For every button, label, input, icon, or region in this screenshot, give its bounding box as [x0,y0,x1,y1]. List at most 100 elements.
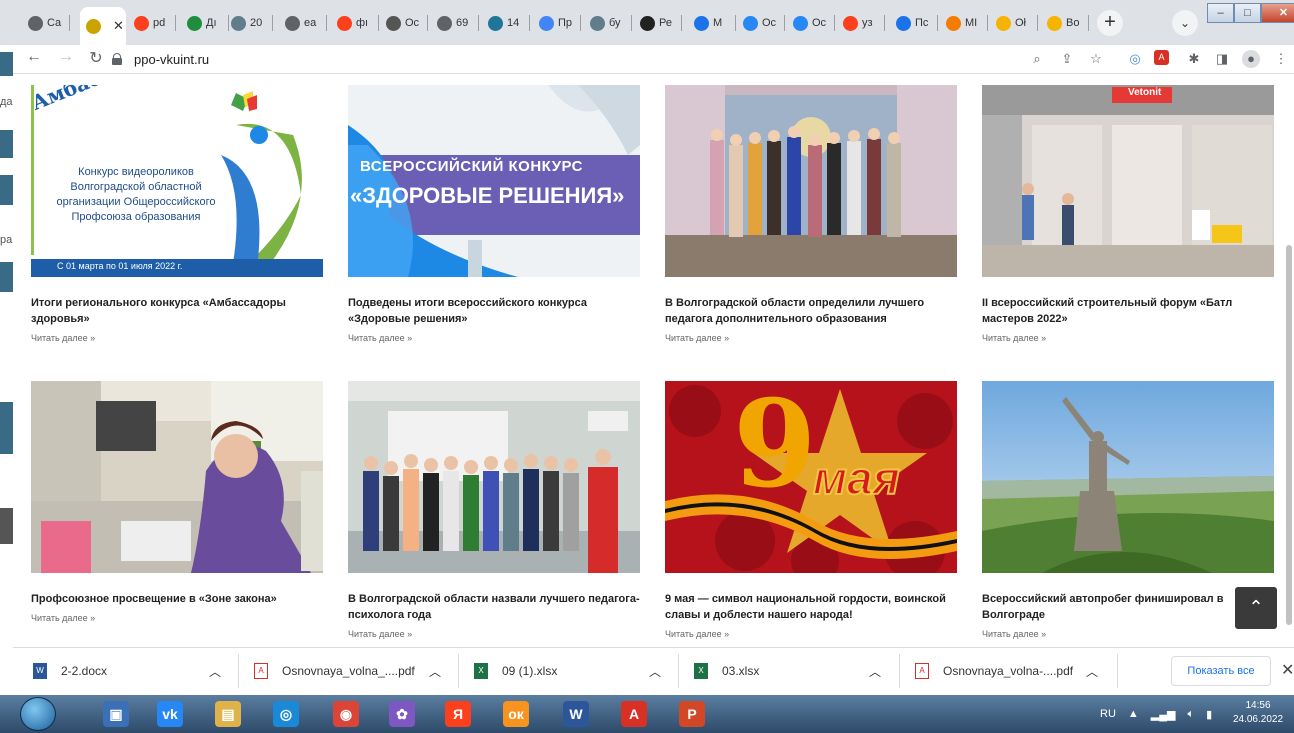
news-card[interactable]: Vetonit II всероссийский строительный фо… [982,85,1274,343]
browser-tab[interactable]: Oł [990,9,1038,37]
news-image-victory-day[interactable]: 9 мая [665,381,957,573]
browser-tab[interactable]: бу [584,9,632,37]
news-card[interactable]: 9 мая 9 мая — символ национальной гордос… [665,381,957,639]
yandex-app[interactable]: Я [438,697,478,731]
news-title[interactable]: Подведены итоги всероссийского конкурса … [348,295,640,327]
browser-tab[interactable]: Bo [1041,9,1089,37]
paint-app[interactable]: ✿ [382,697,422,731]
back-icon[interactable]: ← [24,48,44,66]
chevron-up-icon[interactable]: ︿ [1086,660,1098,682]
camera-app[interactable]: ◎ [266,697,306,731]
browser-tab[interactable]: Дı [181,9,229,37]
news-title[interactable]: 9 мая — символ национальной гордости, во… [665,591,957,623]
news-title[interactable]: II всероссийский строительный форум «Бат… [982,295,1274,327]
browser-tab[interactable]: Ре [634,9,682,37]
news-image-builders-forum[interactable]: Vetonit [982,85,1274,277]
minimize-button[interactable]: – [1207,3,1234,23]
system-clock[interactable]: 14:56 24.06.2022 [1228,699,1288,727]
news-image-law-zone[interactable] [31,381,323,573]
news-card[interactable]: Амбассадоры здоровья Конкурс видеоролико… [31,85,323,343]
maximize-button[interactable]: □ [1234,3,1261,23]
news-card[interactable]: В Волгоградской области определили лучше… [665,85,957,343]
browser-tab[interactable]: 14 [482,9,530,37]
side-panel-icon[interactable]: ◨ [1213,50,1231,68]
read-more-link[interactable]: Читать далее » [31,613,323,623]
battery-icon[interactable]: ▮ [1206,708,1212,721]
save-app[interactable]: ▣ [96,697,136,731]
ok-app[interactable]: ок [496,697,536,731]
share-icon[interactable]: ⇪ [1058,50,1076,68]
page-scrollbar[interactable] [1284,75,1294,647]
browser-tab[interactable]: ✕ [80,7,126,45]
start-button[interactable] [20,697,56,731]
browser-tab[interactable]: Пс [890,9,938,37]
read-more-link[interactable]: Читать далее » [982,629,1274,639]
show-all-downloads-button[interactable]: Показать все [1171,656,1271,686]
browser-tab[interactable]: ea [279,9,327,37]
browser-tab[interactable]: фı [331,9,379,37]
zoom-icon[interactable]: ⌕ [1028,50,1046,68]
language-indicator[interactable]: RU [1100,708,1116,720]
powerpoint-app[interactable]: P [672,697,712,731]
browser-tab[interactable]: MI [940,9,988,37]
extension-circle-icon[interactable]: ◎ [1126,50,1144,68]
download-item[interactable]: A Osnovnaya_volna_....pdf [254,660,415,682]
read-more-link[interactable]: Читать далее » [982,333,1274,343]
news-title[interactable]: Итоги регионального конкурса «Амбассадор… [31,295,323,327]
read-more-link[interactable]: Читать далее » [31,333,323,343]
reload-icon[interactable]: ↻ [86,48,106,68]
close-tab-icon[interactable]: ✕ [113,18,124,34]
tray-expand-icon[interactable]: ▲ [1128,708,1139,720]
browser-tab[interactable]: pd [128,9,176,37]
browser-tab[interactable]: Ca [22,9,70,37]
menu-kebab-icon[interactable]: ⋮ [1272,50,1290,68]
browser-tab[interactable]: Oc [787,9,835,37]
acrobat-extension-icon[interactable]: A [1154,50,1169,65]
download-item[interactable]: X 03.xlsx [694,660,759,682]
browser-tab[interactable]: M [688,9,736,37]
news-card[interactable]: ВСЕРОССИЙСКИЙ КОНКУРС «ЗДОРОВЫЕ РЕШЕНИЯ»… [348,85,640,343]
volume-icon[interactable]: 🔈︎ [1188,708,1195,721]
scrollbar-thumb[interactable] [1286,245,1292,625]
chevron-up-icon[interactable]: ︿ [429,660,441,682]
news-image-motherland-calls[interactable] [982,381,1274,573]
word-app[interactable]: W [556,697,596,731]
chevron-up-icon[interactable]: ︿ [649,660,661,682]
news-title[interactable]: В Волгоградской области назвали лучшего … [348,591,640,623]
news-title[interactable]: В Волгоградской области определили лучше… [665,295,957,327]
news-title[interactable]: Профсоюзное просвещение в «Зоне закона» [31,591,323,607]
close-window-button[interactable]: ✕ [1261,3,1294,23]
download-item[interactable]: X 09 (1).xlsx [474,660,557,682]
news-image-healthy-solutions[interactable]: ВСЕРОССИЙСКИЙ КОНКУРС «ЗДОРОВЫЕ РЕШЕНИЯ» [348,85,640,277]
chevron-up-icon[interactable]: ︿ [869,660,881,682]
read-more-link[interactable]: Читать далее » [665,629,957,639]
new-tab-button[interactable]: + [1097,10,1123,36]
read-more-link[interactable]: Читать далее » [665,333,957,343]
browser-tab[interactable]: Пр [533,9,581,37]
news-image-teachers-stage[interactable] [665,85,957,277]
news-card[interactable]: Профсоюзное просвещение в «Зоне закона» … [31,381,323,623]
extensions-puzzle-icon[interactable]: ✱ [1185,50,1203,68]
scroll-to-top-button[interactable]: ⌃ [1235,587,1277,629]
browser-tab[interactable]: Oc [380,9,428,37]
acrobat-app[interactable]: A [614,697,654,731]
news-card[interactable]: В Волгоградской области назвали лучшего … [348,381,640,639]
forward-icon[interactable]: → [56,48,76,66]
profile-avatar-icon[interactable]: ● [1242,50,1260,68]
news-image-psychologists[interactable] [348,381,640,573]
download-item[interactable]: W 2-2.docx [33,660,107,682]
chrome-app[interactable]: ◉ [326,697,366,731]
chevron-up-icon[interactable]: ︿ [209,660,221,682]
bookmark-star-icon[interactable]: ☆ [1087,50,1105,68]
browser-tab[interactable]: уз [837,9,885,37]
tab-search-button[interactable]: ⌄ [1172,10,1198,36]
explorer-app[interactable]: ▤ [208,697,248,731]
browser-tab[interactable]: Oc [737,9,785,37]
read-more-link[interactable]: Читать далее » [348,629,640,639]
browser-tab[interactable]: 20 [225,9,273,37]
vk-app[interactable]: vk [150,697,190,731]
read-more-link[interactable]: Читать далее » [348,333,640,343]
news-title[interactable]: Всероссийский автопробег финишировал в В… [982,591,1274,623]
network-icon[interactable]: ▂▄▆ [1151,708,1176,721]
news-card[interactable]: Всероссийский автопробег финишировал в В… [982,381,1274,639]
